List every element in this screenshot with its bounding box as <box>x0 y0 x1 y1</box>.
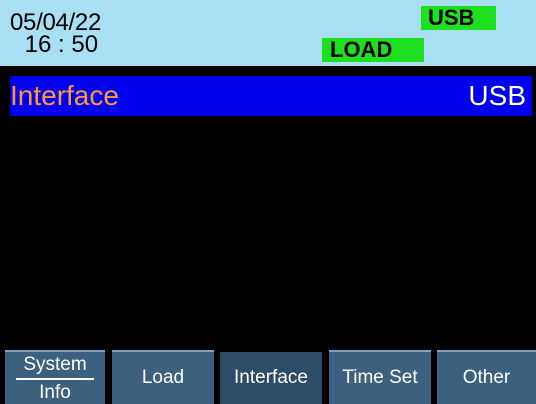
time-set-softkey[interactable]: Time Set <box>329 350 431 404</box>
load-softkey[interactable]: Load <box>112 350 214 404</box>
setting-label: Interface <box>10 80 119 111</box>
load-status-badge: LOAD <box>322 38 424 62</box>
softkey-divider <box>16 378 94 380</box>
time-set-softkey-label: Time Set <box>342 367 418 388</box>
softkey-bar: System Info Load Interface Time Set Othe… <box>0 348 536 404</box>
main-display: Interface USB <box>0 66 536 348</box>
system-info-softkey[interactable]: System Info <box>5 350 105 404</box>
load-softkey-label: Load <box>141 367 185 388</box>
interface-setting-row[interactable]: Interface USB <box>10 76 532 116</box>
other-softkey-label: Other <box>462 367 511 388</box>
system-info-line2: Info <box>39 382 71 403</box>
usb-status-badge: USB <box>421 6 496 30</box>
interface-softkey[interactable]: Interface <box>220 350 322 404</box>
status-bar: 05/04/22 16 : 50 USB LOAD <box>0 0 536 66</box>
other-softkey[interactable]: Other <box>437 350 536 404</box>
setting-value: USB <box>468 80 526 111</box>
time-display: 16 : 50 <box>18 31 99 58</box>
system-info-line1: System <box>23 354 87 375</box>
interface-softkey-label: Interface <box>234 367 308 388</box>
